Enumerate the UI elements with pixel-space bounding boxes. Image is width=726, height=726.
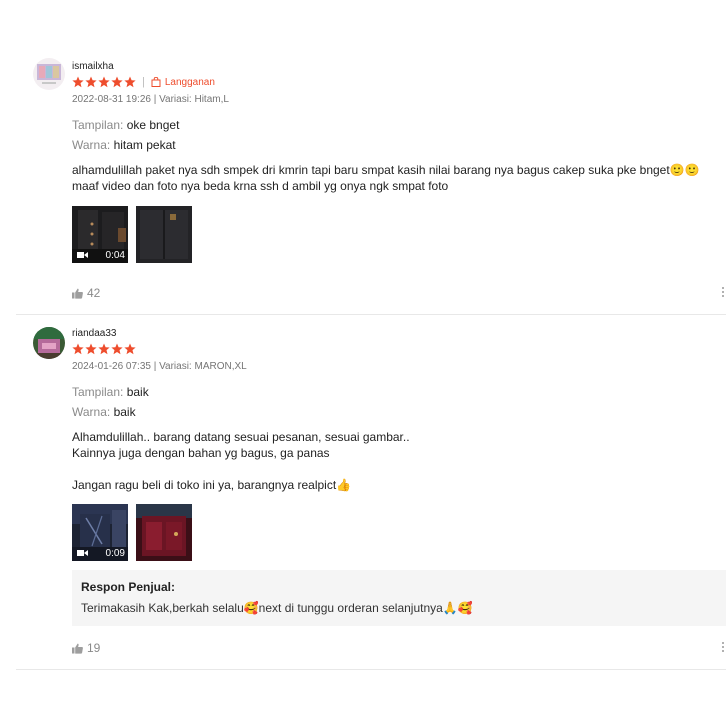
star-icon: [111, 76, 123, 88]
separator: |: [142, 76, 145, 88]
badge-label: Langganan: [164, 76, 215, 88]
star-icon: [124, 76, 136, 88]
shopping-bag-icon: [151, 77, 161, 87]
reviewer-username[interactable]: riandaa33: [72, 328, 116, 339]
star-icon: [85, 343, 97, 355]
star-icon: [85, 76, 97, 88]
review-meta: 2024-01-26 07:35 | Variasi: MARON,XL: [72, 361, 247, 372]
star-icon: [72, 343, 84, 355]
rating-stars: | Langganan: [72, 75, 215, 89]
attr-key: Warna:: [72, 138, 111, 152]
star-icon: [72, 76, 84, 88]
star-icon: [124, 343, 136, 355]
review-item: riandaa33 2024-01-26 07:35 | Variasi: MA…: [0, 315, 726, 670]
review-item: ismailxha | Langganan 2022-08-31 19:26 |…: [0, 0, 726, 315]
avatar[interactable]: [33, 58, 65, 90]
like-count: 42: [87, 286, 101, 300]
attr-key: Tampilan:: [72, 118, 124, 132]
review-meta: 2022-08-31 19:26 | Variasi: Hitam,L: [72, 94, 229, 105]
attr-value: hitam pekat: [113, 138, 176, 152]
seller-response: Respon Penjual: Terimakasih Kak,berkah s…: [72, 570, 726, 626]
attr-warna: Warna: hitam pekat: [72, 138, 176, 152]
star-icon: [98, 343, 110, 355]
more-options-icon[interactable]: [721, 287, 725, 299]
seller-response-title: Respon Penjual:: [81, 580, 176, 594]
more-options-icon[interactable]: [721, 642, 725, 654]
review-text: Alhamdulillah.. barang datang sesuai pes…: [72, 430, 410, 492]
video-overlay: 0:09: [72, 546, 128, 561]
review-video-thumbnail[interactable]: 0:04: [72, 206, 128, 263]
video-duration: 0:09: [105, 547, 125, 559]
attr-value: baik: [126, 385, 149, 399]
star-icon: [98, 76, 110, 88]
seller-response-text: Terimakasih Kak,berkah selalu🥰next di tu…: [81, 601, 473, 615]
thumbs-up-icon: [72, 643, 83, 654]
subscriber-badge: Langganan: [151, 77, 215, 88]
video-camera-icon: [77, 252, 88, 258]
review-photo-thumbnail[interactable]: [136, 504, 192, 561]
video-duration: 0:04: [105, 249, 125, 261]
rating-stars: [72, 342, 137, 356]
review-text: alhamdulillah paket nya sdh smpek dri km…: [72, 163, 700, 193]
star-icon: [111, 343, 123, 355]
video-overlay: 0:04: [72, 248, 128, 263]
video-camera-icon: [77, 550, 88, 556]
avatar[interactable]: [33, 327, 65, 359]
reviewer-username[interactable]: ismailxha: [72, 61, 114, 72]
review-divider: [16, 669, 726, 670]
like-button[interactable]: 42: [72, 286, 100, 300]
attr-key: Warna:: [72, 405, 111, 419]
review-video-thumbnail[interactable]: 0:09: [72, 504, 128, 561]
attr-key: Tampilan:: [72, 385, 124, 399]
thumbs-up-icon: [72, 288, 83, 299]
attr-warna: Warna: baik: [72, 405, 136, 419]
attr-value: baik: [113, 405, 136, 419]
review-photo-thumbnail[interactable]: [136, 206, 192, 263]
attr-tampilan: Tampilan: oke bnget: [72, 118, 179, 132]
like-button[interactable]: 19: [72, 641, 100, 655]
like-count: 19: [87, 641, 101, 655]
attr-value: oke bnget: [126, 118, 180, 132]
attr-tampilan: Tampilan: baik: [72, 385, 149, 399]
